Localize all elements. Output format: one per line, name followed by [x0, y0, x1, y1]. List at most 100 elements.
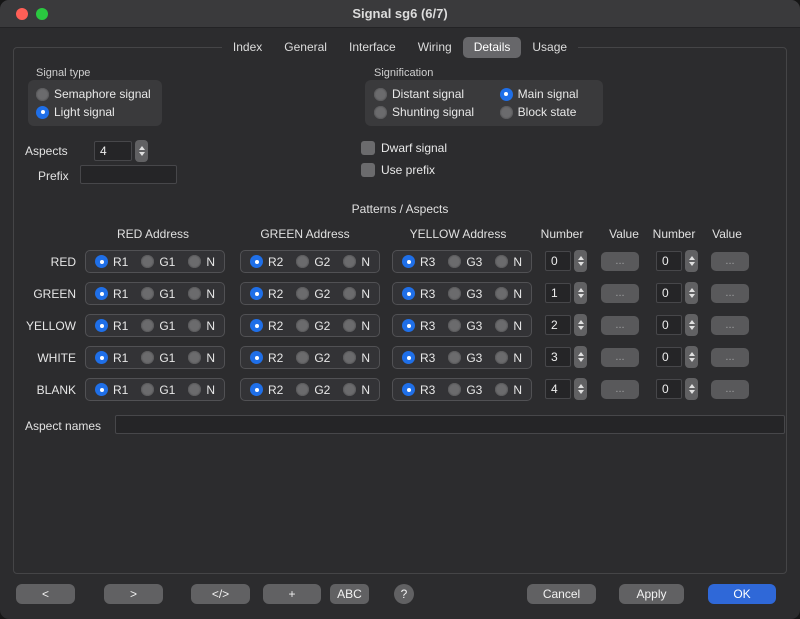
radio-n[interactable]: N — [343, 287, 370, 301]
radio-g1[interactable]: G1 — [141, 255, 175, 269]
stepper-value[interactable]: 2 — [545, 315, 571, 335]
aspects-value[interactable]: 4 — [94, 141, 132, 161]
stepper-buttons[interactable] — [574, 314, 587, 336]
radio-n[interactable]: N — [343, 383, 370, 397]
stepper-value[interactable]: 0 — [656, 251, 682, 271]
number-stepper[interactable]: 0 — [656, 378, 698, 400]
radio-n[interactable]: N — [188, 351, 215, 365]
radio-semaphore-signal[interactable]: Semaphore signal — [36, 87, 154, 101]
value-button-2[interactable]: ... — [711, 284, 749, 303]
aspect-names-field[interactable] — [115, 415, 785, 434]
radio-r3[interactable]: R3 — [402, 287, 435, 301]
radio-block-state[interactable]: Block state — [500, 105, 594, 119]
cancel-button[interactable]: Cancel — [527, 584, 596, 604]
radio-r1[interactable]: R1 — [95, 383, 128, 397]
stepper-value[interactable]: 0 — [656, 315, 682, 335]
tab-wiring[interactable]: Wiring — [407, 37, 463, 58]
radio-n[interactable]: N — [343, 351, 370, 365]
number-stepper[interactable]: 1 — [545, 282, 587, 304]
radio-n[interactable]: N — [188, 319, 215, 333]
stepper-buttons[interactable] — [574, 378, 587, 400]
value-button-1[interactable]: ... — [601, 348, 639, 367]
stepper-buttons[interactable] — [574, 250, 587, 272]
stepper-buttons[interactable] — [685, 250, 698, 272]
radio-n[interactable]: N — [188, 255, 215, 269]
number-stepper[interactable]: 4 — [545, 378, 587, 400]
checkbox-dwarf-signal[interactable]: Dwarf signal — [361, 141, 447, 155]
stepper-buttons[interactable] — [685, 346, 698, 368]
abc-button[interactable]: ABC — [330, 584, 369, 604]
next-button[interactable]: > — [104, 584, 163, 604]
stepper-buttons[interactable] — [685, 378, 698, 400]
apply-button[interactable]: Apply — [619, 584, 684, 604]
aspects-stepper[interactable]: 4 — [94, 140, 148, 162]
radio-r2[interactable]: R2 — [250, 287, 283, 301]
add-button[interactable]: + — [263, 584, 321, 604]
radio-light-signal[interactable]: Light signal — [36, 105, 154, 119]
radio-n[interactable]: N — [495, 351, 522, 365]
radio-shunting-signal[interactable]: Shunting signal — [374, 105, 490, 119]
radio-g3[interactable]: G3 — [448, 351, 482, 365]
value-button-1[interactable]: ... — [601, 252, 639, 271]
number-stepper[interactable]: 0 — [545, 250, 587, 272]
radio-r1[interactable]: R1 — [95, 255, 128, 269]
stepper-value[interactable]: 0 — [656, 379, 682, 399]
radio-main-signal[interactable]: Main signal — [500, 87, 594, 101]
radio-g1[interactable]: G1 — [141, 351, 175, 365]
radio-r3[interactable]: R3 — [402, 255, 435, 269]
radio-r2[interactable]: R2 — [250, 319, 283, 333]
number-stepper[interactable]: 0 — [656, 314, 698, 336]
radio-g2[interactable]: G2 — [296, 255, 330, 269]
prev-button[interactable]: < — [16, 584, 75, 604]
ok-button[interactable]: OK — [708, 584, 776, 604]
stepper-buttons[interactable] — [685, 282, 698, 304]
number-stepper[interactable]: 0 — [656, 282, 698, 304]
number-stepper[interactable]: 0 — [656, 346, 698, 368]
stepper-value[interactable]: 4 — [545, 379, 571, 399]
tab-details[interactable]: Details — [463, 37, 522, 58]
radio-r3[interactable]: R3 — [402, 351, 435, 365]
radio-r2[interactable]: R2 — [250, 255, 283, 269]
help-button[interactable]: ? — [394, 584, 414, 604]
prefix-field[interactable] — [80, 165, 177, 184]
radio-g3[interactable]: G3 — [448, 383, 482, 397]
radio-g2[interactable]: G2 — [296, 287, 330, 301]
radio-r3[interactable]: R3 — [402, 319, 435, 333]
checkbox-use-prefix[interactable]: Use prefix — [361, 163, 447, 177]
number-stepper[interactable]: 3 — [545, 346, 587, 368]
radio-r1[interactable]: R1 — [95, 351, 128, 365]
number-stepper[interactable]: 0 — [656, 250, 698, 272]
radio-n[interactable]: N — [188, 287, 215, 301]
radio-n[interactable]: N — [495, 383, 522, 397]
tab-usage[interactable]: Usage — [521, 37, 578, 58]
radio-g3[interactable]: G3 — [448, 319, 482, 333]
value-button-2[interactable]: ... — [711, 380, 749, 399]
stepper-value[interactable]: 1 — [545, 283, 571, 303]
value-button-2[interactable]: ... — [711, 316, 749, 335]
radio-n[interactable]: N — [343, 255, 370, 269]
radio-r1[interactable]: R1 — [95, 319, 128, 333]
radio-g1[interactable]: G1 — [141, 319, 175, 333]
stepper-buttons[interactable] — [574, 282, 587, 304]
stepper-value[interactable]: 0 — [545, 251, 571, 271]
radio-n[interactable]: N — [188, 383, 215, 397]
value-button-2[interactable]: ... — [711, 348, 749, 367]
stepper-buttons[interactable] — [685, 314, 698, 336]
code-button[interactable]: </> — [191, 584, 250, 604]
tab-general[interactable]: General — [273, 37, 338, 58]
tab-interface[interactable]: Interface — [338, 37, 407, 58]
radio-n[interactable]: N — [495, 255, 522, 269]
radio-g1[interactable]: G1 — [141, 287, 175, 301]
radio-g2[interactable]: G2 — [296, 319, 330, 333]
number-stepper[interactable]: 2 — [545, 314, 587, 336]
value-button-1[interactable]: ... — [601, 316, 639, 335]
radio-g2[interactable]: G2 — [296, 351, 330, 365]
value-button-1[interactable]: ... — [601, 284, 639, 303]
radio-g2[interactable]: G2 — [296, 383, 330, 397]
stepper-value[interactable]: 0 — [656, 347, 682, 367]
stepper-value[interactable]: 0 — [656, 283, 682, 303]
radio-distant-signal[interactable]: Distant signal — [374, 87, 490, 101]
radio-g3[interactable]: G3 — [448, 287, 482, 301]
tab-index[interactable]: Index — [222, 37, 273, 58]
radio-r2[interactable]: R2 — [250, 383, 283, 397]
